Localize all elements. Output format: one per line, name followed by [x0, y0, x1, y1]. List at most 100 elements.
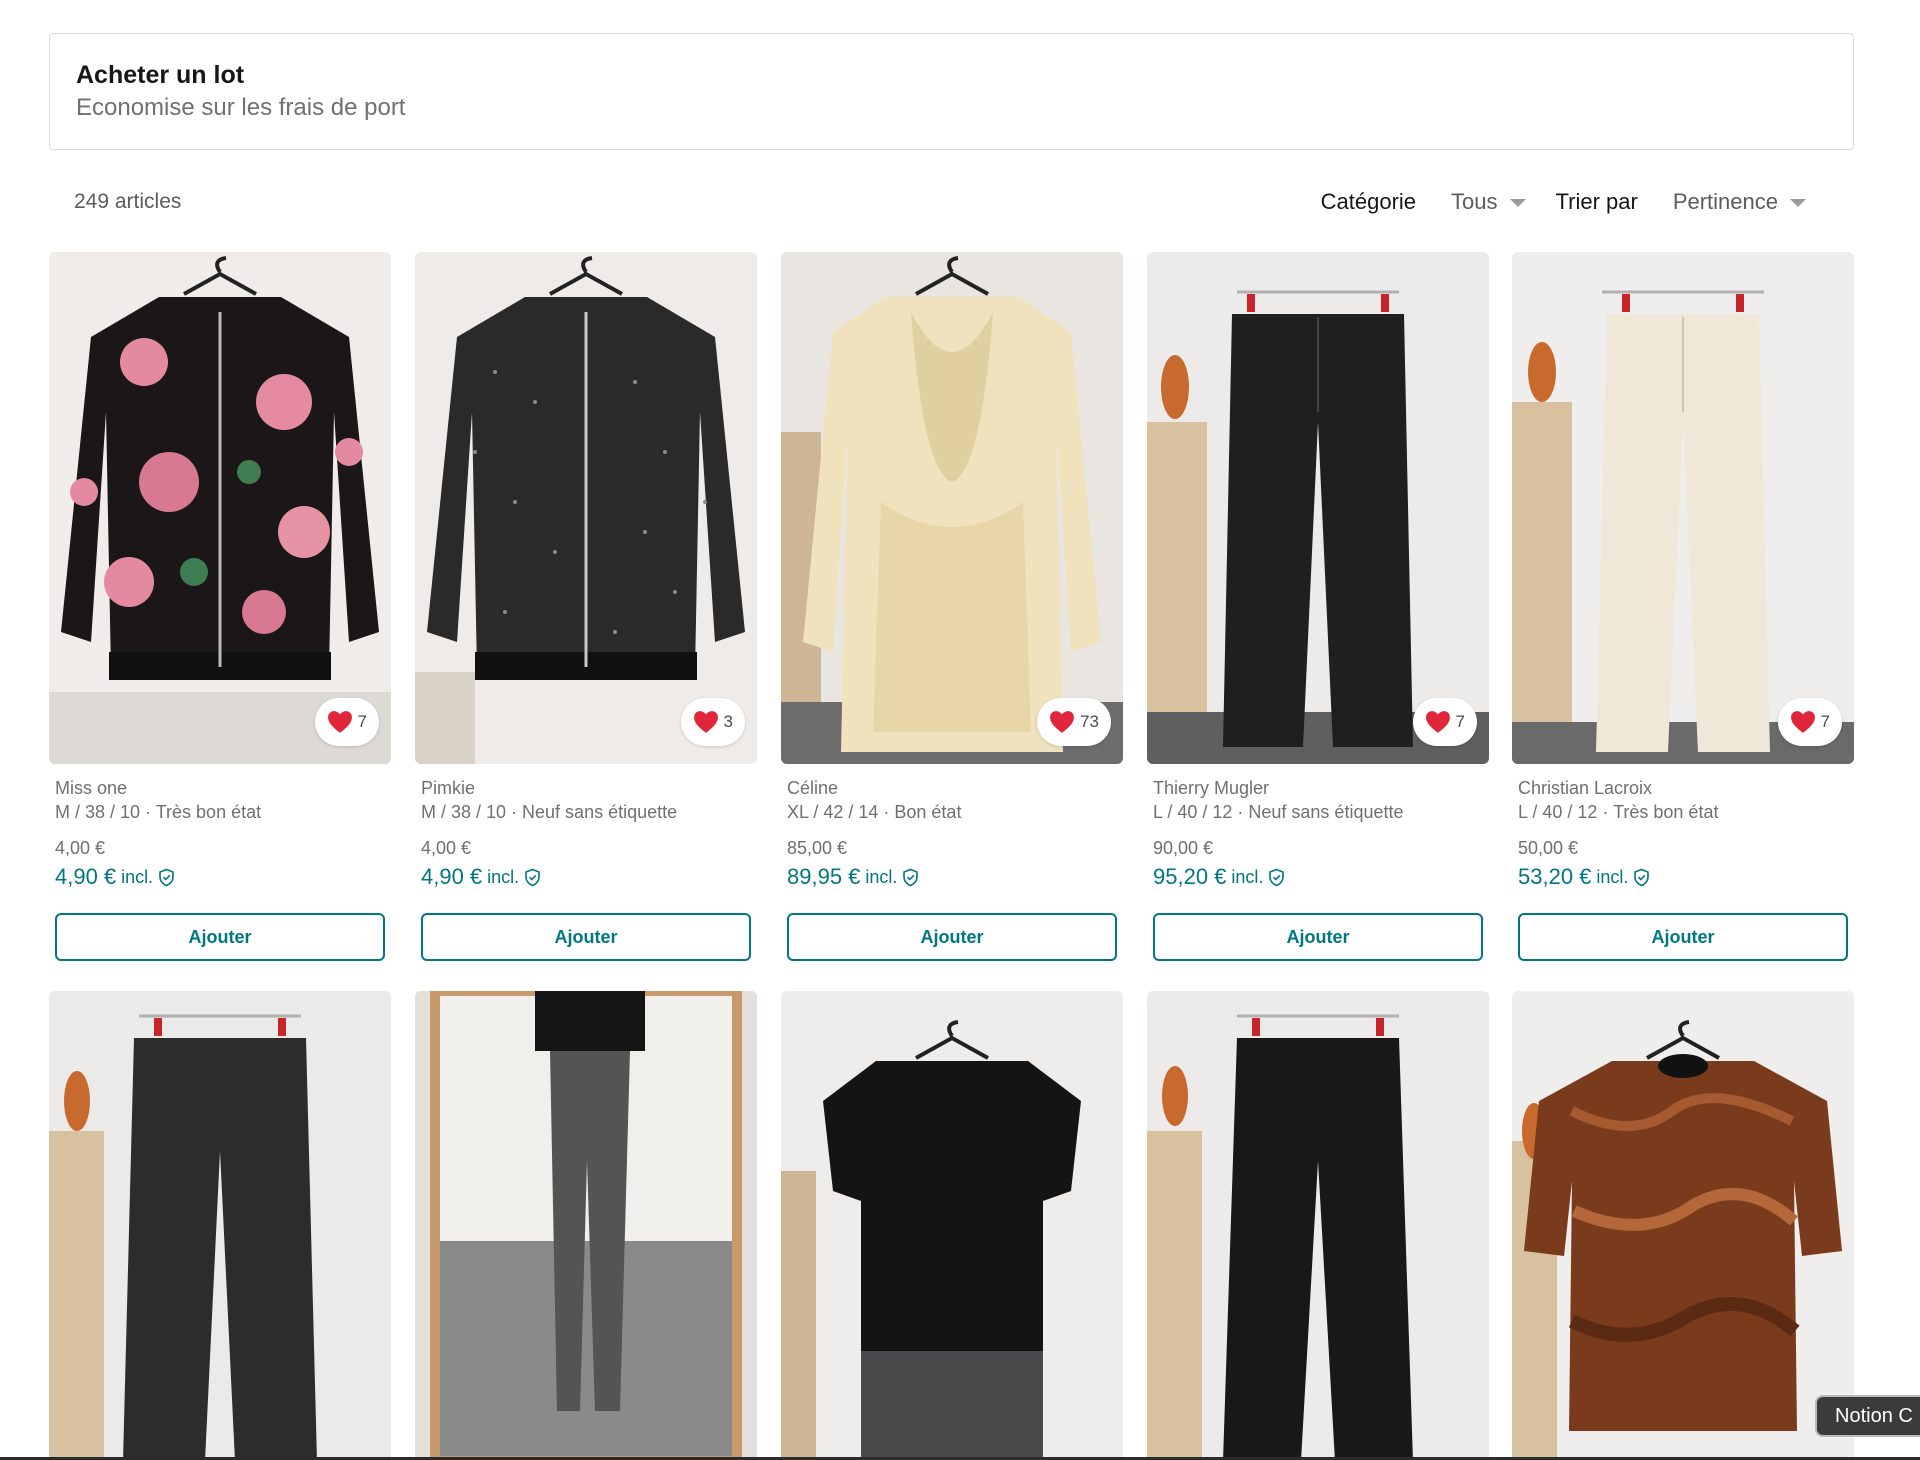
- product-price: 4,00 €: [421, 838, 472, 858]
- price-with-protection[interactable]: 89,95 € incl.: [787, 862, 1123, 892]
- favorite-count: 7: [1820, 712, 1830, 731]
- product-card[interactable]: [415, 991, 757, 1460]
- product-details: M / 38 / 10 · Neuf sans étiquette: [421, 802, 678, 822]
- product-card[interactable]: 7 Thierry Mugler L / 40 / 12 · Neuf sans…: [1147, 252, 1489, 961]
- product-details: M / 38 / 10 · Très bon état: [55, 802, 262, 822]
- favorite-button[interactable]: 73: [1037, 698, 1111, 746]
- product-card[interactable]: 73 Céline XL / 42 / 14 · Bon état 85,00 …: [781, 252, 1123, 961]
- favorite-button[interactable]: 7: [314, 698, 379, 746]
- product-brand: Miss one: [55, 778, 128, 798]
- favorite-button[interactable]: 3: [680, 698, 745, 746]
- bundle-banner[interactable]: Acheter un lot Economise sur les frais d…: [49, 33, 1854, 150]
- add-to-bundle-button[interactable]: Ajouter: [55, 913, 385, 961]
- product-photo[interactable]: 7: [1147, 252, 1489, 764]
- incl-label: incl.: [865, 866, 898, 887]
- shield-check-icon: [1634, 868, 1650, 886]
- add-to-bundle-button[interactable]: Ajouter: [421, 913, 751, 961]
- incl-label: incl.: [487, 866, 520, 887]
- product-photo[interactable]: [49, 991, 391, 1460]
- product-brand: Céline: [787, 778, 839, 798]
- price-with-protection[interactable]: 95,20 € incl.: [1153, 862, 1489, 892]
- bundle-title: Acheter un lot: [76, 61, 245, 89]
- product-photo[interactable]: 3: [415, 252, 757, 764]
- category-value: Tous: [1451, 189, 1498, 214]
- product-photo-image: [415, 991, 757, 1460]
- product-photo-image: [1512, 252, 1854, 764]
- product-photo[interactable]: 7: [1512, 252, 1854, 764]
- product-brand: Thierry Mugler: [1153, 778, 1270, 798]
- sort-dropdown[interactable]: Pertinence: [1673, 189, 1806, 215]
- favorite-count: 3: [723, 712, 733, 731]
- product-photo-image: [1512, 991, 1854, 1460]
- product-card[interactable]: [1147, 991, 1489, 1460]
- heart-icon: [693, 711, 718, 733]
- product-photo[interactable]: [1512, 991, 1854, 1460]
- product-brand: Pimkie: [421, 778, 476, 798]
- favorite-count: 7: [357, 712, 367, 731]
- favorite-button[interactable]: 7: [1412, 698, 1477, 746]
- price-incl-amount: 4,90 €: [55, 864, 117, 889]
- product-price: 4,00 €: [55, 838, 106, 858]
- sort-value: Pertinence: [1672, 189, 1778, 214]
- price-with-protection[interactable]: 4,90 € incl.: [55, 862, 391, 892]
- add-to-bundle-button[interactable]: Ajouter: [1153, 913, 1483, 961]
- category-label: Catégorie: [1320, 189, 1417, 214]
- chevron-down-icon: [1790, 199, 1806, 207]
- product-price: 90,00 €: [1153, 838, 1214, 858]
- price-with-protection[interactable]: 53,20 € incl.: [1518, 862, 1854, 892]
- filter-sort-controls: Catégorie Tous Trier par Pertinence: [1321, 189, 1806, 215]
- add-to-bundle-button[interactable]: Ajouter: [787, 913, 1117, 961]
- heart-icon: [1425, 711, 1450, 733]
- price-with-protection[interactable]: 4,90 € incl.: [421, 862, 757, 892]
- product-photo-image: [1147, 991, 1489, 1460]
- notion-clipper-tab[interactable]: Notion C: [1815, 1395, 1920, 1437]
- product-photo-image: [781, 991, 1123, 1460]
- price-incl-amount: 95,20 €: [1153, 864, 1227, 889]
- product-card[interactable]: [49, 991, 391, 1460]
- product-card[interactable]: 3 Pimkie M / 38 / 10 · Neuf sans étiquet…: [415, 252, 757, 961]
- shield-check-icon: [1269, 868, 1285, 886]
- shield-check-icon: [159, 868, 174, 886]
- product-photo[interactable]: 73: [781, 252, 1123, 764]
- article-count: 249 articles: [74, 190, 182, 213]
- incl-label: incl.: [121, 866, 154, 887]
- incl-label: incl.: [1231, 866, 1264, 887]
- heart-icon: [1790, 711, 1815, 733]
- product-card[interactable]: 7 Christian Lacroix L / 40 / 12 · Très b…: [1512, 252, 1854, 961]
- favorite-count: 7: [1455, 712, 1465, 731]
- product-photo[interactable]: [1147, 991, 1489, 1460]
- product-card[interactable]: [781, 991, 1123, 1460]
- category-dropdown[interactable]: Tous: [1451, 189, 1526, 215]
- sort-label: Trier par: [1555, 189, 1638, 214]
- add-to-bundle-button[interactable]: Ajouter: [1518, 913, 1848, 961]
- product-photo-image: [415, 252, 757, 764]
- shield-check-icon: [525, 868, 540, 886]
- price-incl-amount: 53,20 €: [1518, 864, 1592, 889]
- price-incl-amount: 4,90 €: [421, 864, 483, 889]
- price-incl-amount: 89,95 €: [787, 864, 861, 889]
- product-brand: Christian Lacroix: [1518, 778, 1653, 798]
- incl-label: incl.: [1596, 866, 1629, 887]
- product-details: L / 40 / 12 · Neuf sans étiquette: [1153, 802, 1404, 822]
- product-photo-image: [49, 991, 391, 1460]
- product-price: 85,00 €: [787, 838, 848, 858]
- chevron-down-icon: [1509, 199, 1526, 207]
- product-details: XL / 42 / 14 · Bon état: [787, 802, 962, 822]
- product-photo[interactable]: [415, 991, 757, 1460]
- product-card[interactable]: [1512, 991, 1854, 1460]
- shield-check-icon: [903, 868, 919, 886]
- product-photo[interactable]: 7: [49, 252, 391, 764]
- bundle-subtitle: Economise sur les frais de port: [76, 94, 406, 121]
- product-card[interactable]: 7 Miss one M / 38 / 10 · Très bon état 4…: [49, 252, 391, 961]
- product-photo[interactable]: [781, 991, 1123, 1460]
- product-photo-image: [781, 252, 1123, 764]
- product-photo-image: [1147, 252, 1489, 764]
- page: Acheter un lot Economise sur les frais d…: [0, 0, 1920, 1460]
- heart-icon: [1050, 711, 1074, 733]
- heart-icon: [327, 711, 352, 733]
- product-details: L / 40 / 12 · Très bon état: [1518, 802, 1719, 822]
- favorite-button[interactable]: 7: [1777, 698, 1842, 746]
- product-photo-image: [49, 252, 391, 764]
- product-price: 50,00 €: [1518, 838, 1579, 858]
- results-toolbar: 249 articles Catégorie Tous Trier par Pe…: [49, 180, 1854, 224]
